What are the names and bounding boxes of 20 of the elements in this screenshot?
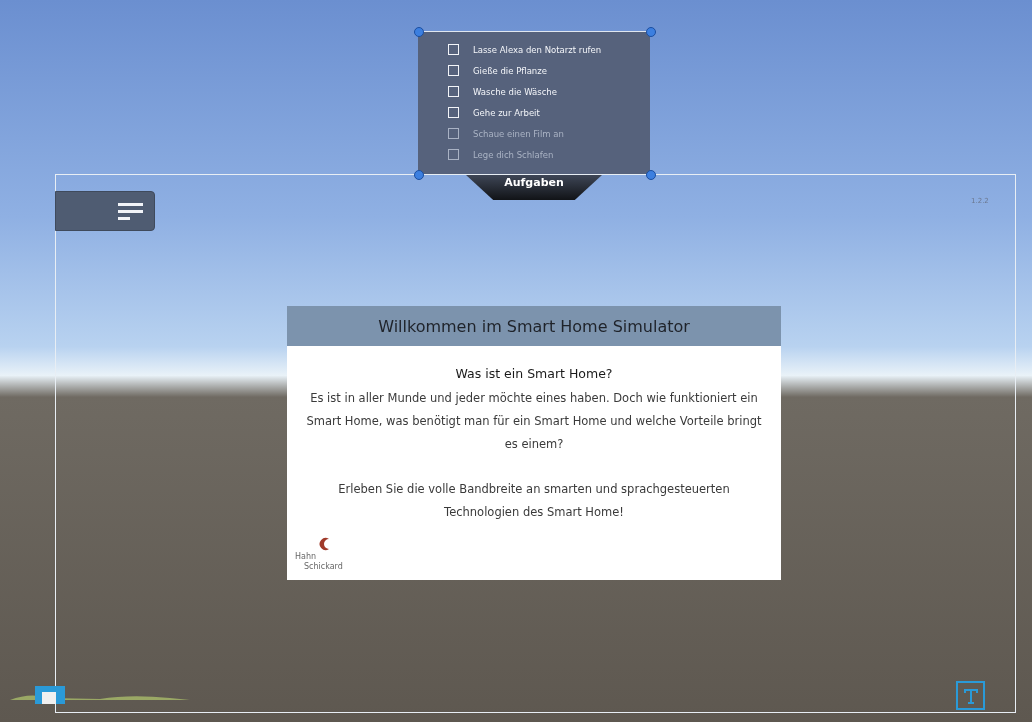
task-label: Lasse Alexa den Notarzt rufen	[473, 44, 602, 55]
welcome-paragraph: Erleben Sie die volle Bandbreite an smarten und sprachgesteuerten Technologien des Smart Home!	[337, 481, 731, 521]
handle-icon[interactable]	[646, 170, 656, 180]
task-label: Wasche die Wäsche	[473, 86, 557, 97]
task-label: Gehe zur Arbeit	[473, 107, 540, 118]
menu-icon	[118, 201, 144, 221]
task-label: Gieße die Pflanze	[473, 65, 547, 76]
tasks-tab[interactable]: Aufgaben	[466, 175, 602, 200]
text-icon	[956, 681, 985, 710]
menu-button[interactable]	[55, 191, 155, 231]
task-label: Lege dich Schlafen	[473, 149, 554, 160]
handle-icon[interactable]	[414, 170, 424, 180]
logo-text: Schickard	[303, 562, 343, 572]
welcome-heading: Was ist ein Smart Home?	[455, 366, 613, 381]
welcome-title: Willkommen im Smart Home Simulator	[287, 306, 781, 346]
logo-text: Hahn	[295, 552, 318, 562]
task-label: Schaue einen Film an	[473, 128, 564, 139]
handle-icon[interactable]	[646, 27, 656, 37]
handle-icon[interactable]	[414, 27, 424, 37]
welcome-paragraph: Es ist in aller Munde und jeder möchte eines haben. Doch wie funktioniert ein Smart Home, was benötigt man für ein Smart Home und welche Vorteile bringt es einem?	[305, 390, 763, 453]
